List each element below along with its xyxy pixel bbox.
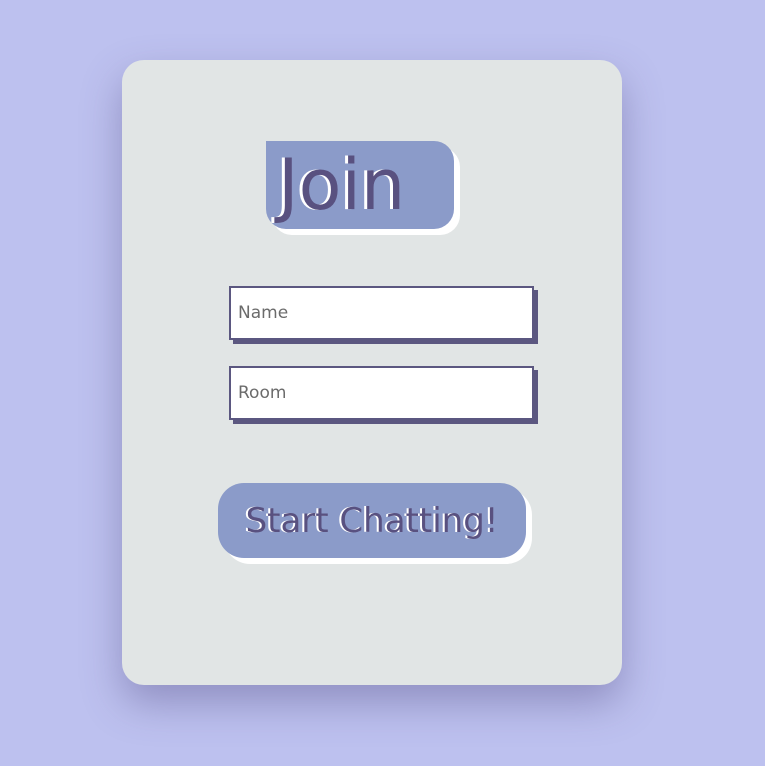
start-chatting-button[interactable]: Start Chatting! [218,483,526,558]
name-input[interactable] [229,286,534,340]
room-input[interactable] [229,366,534,420]
join-heading: Join [266,141,454,229]
